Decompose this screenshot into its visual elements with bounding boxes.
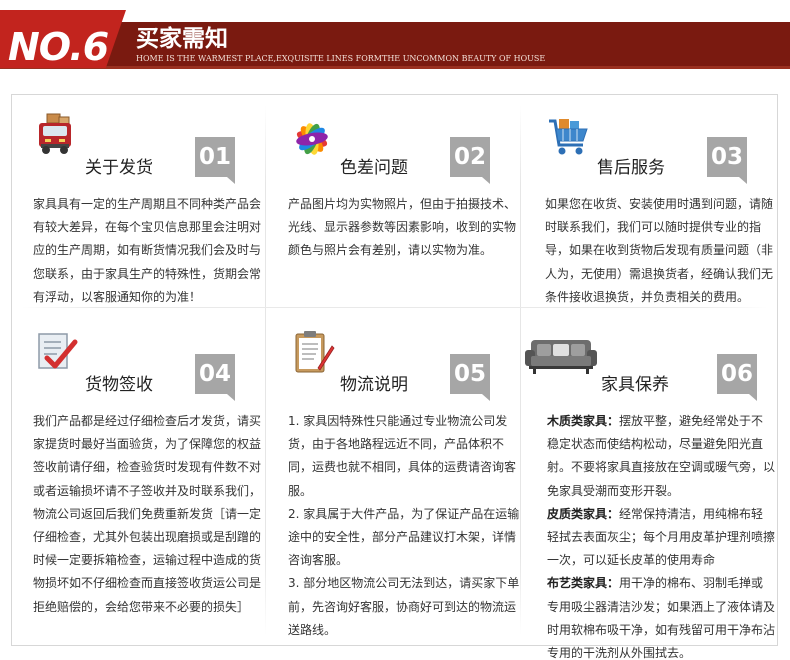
notice-number: 03 — [707, 137, 747, 184]
clipboard-pen-icon — [288, 328, 336, 376]
notice-text: 如果您在收货、安装使用时遇到问题，请随时联系我们，我们可以随时提供专业的指导，如… — [545, 197, 774, 304]
notice-text: 1. 家具因特殊性只能通过专业物流公司发货，由于各地路程远近不同，产品体积不同，… — [288, 414, 517, 498]
notice-body: 1. 家具因特殊性只能通过专业物流公司发货，由于各地路程远近不同，产品体积不同，… — [288, 410, 520, 642]
notice-text: 3. 部分地区物流公司无法到达，请买家下单前，先咨询好客服，协商好可到达的物流运… — [288, 576, 520, 637]
page-subtitle: HOME IS THE WARMEST PLACE,EXQUISITE LINE… — [136, 54, 546, 63]
notice-after-sales: 售后服务 03 如果您在收货、安装使用时遇到问题，请随时联系我们，我们可以随时提… — [545, 111, 783, 311]
notice-text: 2. 家具属于大件产品，为了保证产品在运输途中的安全性，部分产品建议打木架，详情… — [288, 506, 520, 568]
notice-body: 我们产品都是经过仔细检查后才发货，请买家提货时最好当面验货，为了保障您的权益签收… — [33, 410, 265, 619]
care-item: 木质类家具：摆放平整，避免经常处于不稳定状态而使结构松动，尽量避免阳光直射。不要… — [547, 410, 775, 503]
notice-title: 关于发货 — [85, 158, 153, 178]
notice-number: 05 — [450, 354, 490, 401]
care-label: 布艺类家具： — [547, 576, 620, 591]
checklist-sign-icon — [33, 328, 81, 376]
notice-number: 02 — [450, 137, 490, 184]
notice-text: 家具具有一定的生产周期且不同种类产品会有较大差异，在每个宝贝信息那里会注明对应的… — [33, 197, 262, 304]
notice-body: 家具具有一定的生产周期且不同种类产品会有较大差异，在每个宝贝信息那里会注明对应的… — [33, 193, 265, 309]
badge-number: NO.6 — [8, 25, 109, 69]
notice-number: 01 — [195, 137, 235, 184]
sofa-icon — [523, 336, 599, 384]
notice-title: 色差问题 — [340, 158, 408, 178]
delivery-truck-icon — [33, 111, 81, 159]
notice-title: 家具保养 — [601, 375, 669, 395]
notice-delivery: 关于发货 01 家具具有一定的生产周期且不同种类产品会有较大差异，在每个宝贝信息… — [33, 111, 271, 311]
notice-title: 售后服务 — [597, 158, 665, 178]
care-label: 木质类家具： — [547, 414, 620, 428]
care-label: 皮质类家具： — [547, 506, 620, 521]
care-item: 皮质类家具：经常保持清洁，用纯棉布轻轻拭去表面灰尘；每个月用皮革护理剂喷擦一次，… — [547, 503, 775, 573]
notice-title: 物流说明 — [340, 375, 408, 395]
page-title: 买家需知 — [136, 26, 228, 52]
notice-body: 木质类家具：摆放平整，避免经常处于不稳定状态而使结构松动，尽量避免阳光直射。不要… — [547, 410, 775, 660]
notice-body: 如果您在收货、安装使用时遇到问题，请随时联系我们，我们可以随时提供专业的指导，如… — [545, 193, 777, 309]
page-header: NO.6 买家需知 HOME IS THE WARMEST PLACE,EXQU… — [0, 0, 790, 72]
notice-furniture-care: 家具保养 06 木质类家具：摆放平整，避免经常处于不稳定状态而使结构松动，尽量避… — [523, 328, 775, 660]
care-item: 布艺类家具：用干净的棉布、羽制毛掸或专用吸尘器清洁沙发；如果洒上了液体请及时用软… — [547, 572, 775, 660]
notice-color-difference: 色差问题 02 产品图片均为实物照片，但由于拍摄技术、光线、显示器参数等因素影响… — [288, 111, 526, 311]
notice-title: 货物签收 — [85, 375, 153, 395]
header-badge: NO.6 — [0, 10, 126, 68]
notice-number: 04 — [195, 354, 235, 401]
shopping-cart-icon — [545, 111, 593, 159]
notice-text: 我们产品都是经过仔细检查后才发货，请买家提货时最好当面验货，为了保障您的权益签收… — [33, 414, 262, 614]
notice-number: 06 — [717, 354, 757, 401]
notice-receipt: 货物签收 04 我们产品都是经过仔细检查后才发货，请买家提货时最好当面验货，为了… — [33, 328, 271, 648]
notice-body: 产品图片均为实物照片，但由于拍摄技术、光线、显示器参数等因素影响，收到的实物颜色… — [288, 193, 520, 263]
notice-text: 产品图片均为实物照片，但由于拍摄技术、光线、显示器参数等因素影响，收到的实物颜色… — [288, 197, 517, 258]
color-palette-icon — [288, 111, 336, 159]
notice-panel: 关于发货 01 家具具有一定的生产周期且不同种类产品会有较大差异，在每个宝贝信息… — [11, 94, 778, 660]
notice-logistics: 物流说明 05 1. 家具因特殊性只能通过专业物流公司发货，由于各地路程远近不同… — [288, 328, 526, 648]
